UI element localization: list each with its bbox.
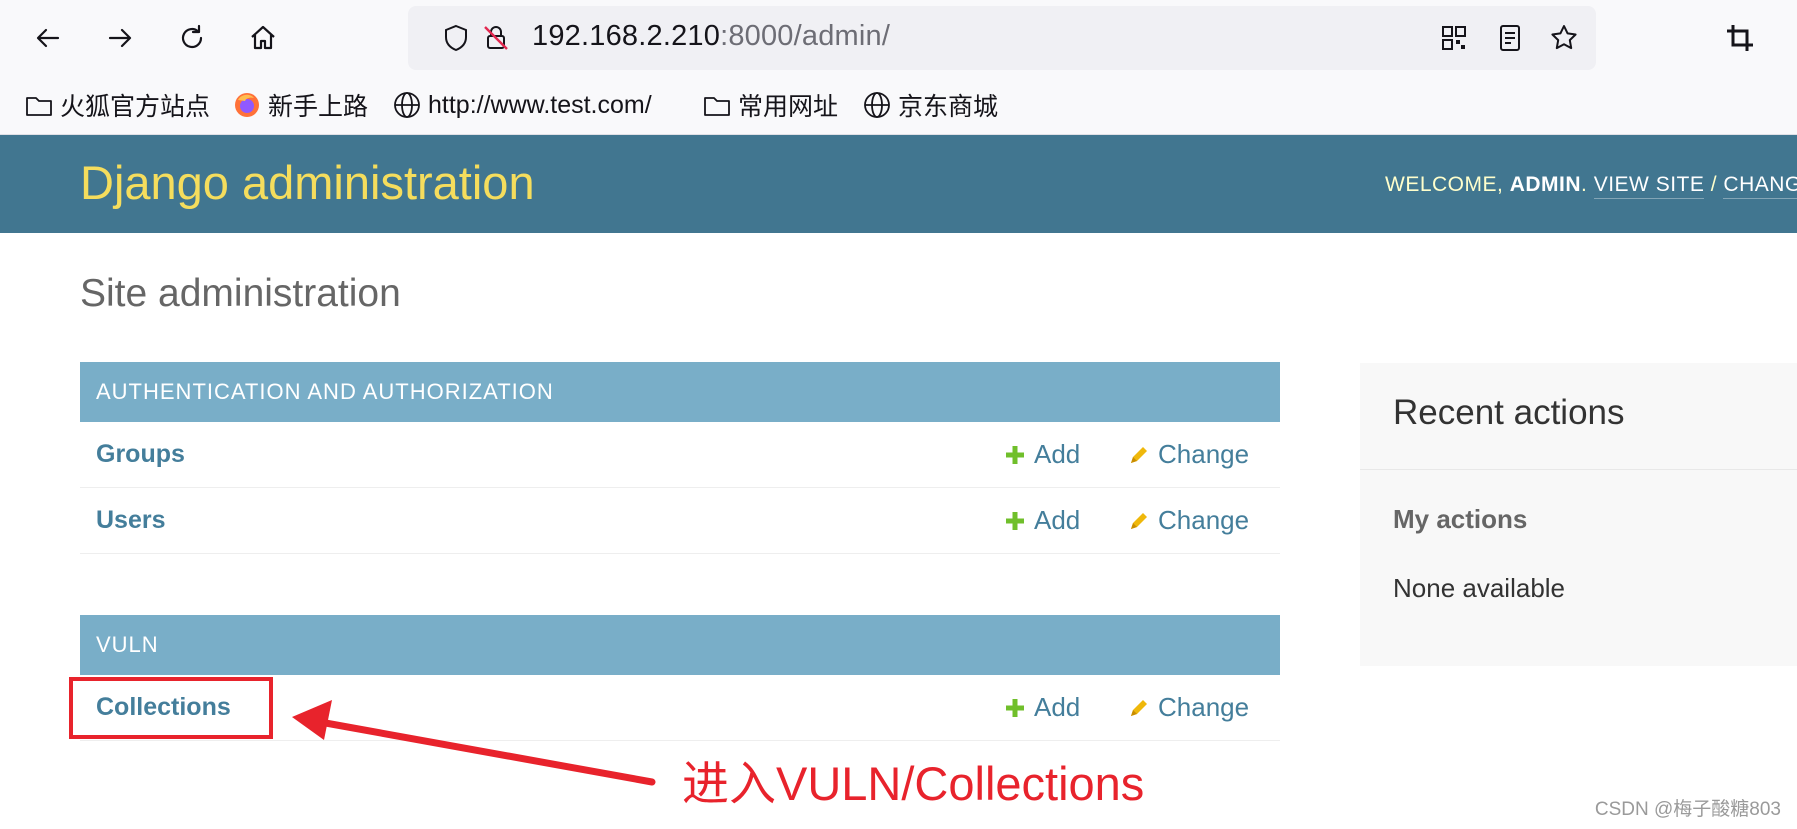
back-button[interactable] — [28, 18, 68, 58]
site-branding[interactable]: Django administration — [80, 155, 535, 210]
screenshot-button[interactable] — [1720, 18, 1760, 58]
add-groups-link[interactable]: Add — [1004, 439, 1080, 470]
home-button[interactable] — [243, 18, 283, 58]
change-collections-link[interactable]: Change — [1128, 692, 1249, 723]
crop-icon — [1727, 25, 1753, 51]
bookmark-label: 京东商城 — [898, 93, 999, 121]
bookmark-label: 常用网址 — [738, 93, 839, 121]
url-path: :8000/admin/ — [720, 20, 891, 52]
table-row: Users Add Change — [80, 488, 1280, 554]
forward-button[interactable] — [100, 18, 140, 58]
model-link-groups[interactable]: Groups — [96, 440, 185, 469]
annotation-arrow-icon — [292, 700, 656, 786]
pencil-icon — [1131, 699, 1147, 716]
my-actions-heading: My actions — [1393, 504, 1528, 534]
globe-icon — [864, 92, 890, 118]
change-label: Change — [1158, 505, 1250, 535]
back-arrow-icon — [36, 28, 60, 48]
reload-icon — [181, 24, 203, 49]
firefox-icon — [235, 93, 259, 117]
browser-toolbar: 192.168.2.210:8000/admin/ — [0, 0, 1797, 78]
insecure-lock-icon[interactable] — [480, 22, 512, 54]
folder-icon — [704, 97, 730, 116]
bookmark-star-icon[interactable] — [1548, 22, 1580, 54]
django-header: Django administration WELCOME, ADMIN. VI… — [0, 135, 1797, 233]
add-label: Add — [1034, 505, 1081, 535]
recent-actions-panel: Recent actions My actions None available — [1360, 363, 1797, 666]
add-label: Add — [1034, 439, 1081, 469]
model-link-users[interactable]: Users — [96, 506, 166, 535]
page-title: Site administration — [80, 272, 401, 315]
bookmark-item[interactable]: 新手上路 — [232, 88, 368, 122]
bookmark-item[interactable]: 京东商城 — [862, 88, 998, 122]
user-tools: WELCOME, ADMIN. VIEW SITE / CHANG — [1385, 173, 1797, 199]
add-icon — [1006, 445, 1024, 464]
bookmarks-bar: 火狐官方站点 新手上路 http://www.test.com/ 常用网址 京东… — [0, 78, 1797, 135]
separator: / — [1710, 173, 1718, 196]
folder-icon — [26, 97, 52, 116]
bookmark-item[interactable]: 常用网址 — [702, 88, 838, 122]
url-host: 192.168.2.210 — [532, 20, 721, 52]
annotation-text: 进入VULN/Collections — [682, 757, 1145, 810]
forward-arrow-icon — [108, 28, 132, 48]
bookmark-item[interactable]: http://www.test.com/ — [392, 88, 652, 122]
add-icon — [1006, 698, 1024, 717]
bookmark-label: 新手上路 — [268, 93, 369, 121]
change-password-link[interactable]: CHANG — [1723, 173, 1797, 199]
url-bar[interactable]: 192.168.2.210:8000/admin/ — [408, 6, 1596, 70]
shield-icon[interactable] — [440, 22, 472, 54]
module-auth: AUTHENTICATION AND AUTHORIZATION Groups … — [80, 362, 1280, 554]
add-label: Add — [1034, 692, 1081, 722]
view-site-link[interactable]: VIEW SITE — [1593, 173, 1705, 199]
bookmark-label: 火狐官方站点 — [60, 93, 211, 121]
recent-actions-title: Recent actions — [1393, 393, 1625, 432]
change-users-link[interactable]: Change — [1128, 505, 1249, 536]
divider — [1360, 469, 1797, 470]
module-caption[interactable]: AUTHENTICATION AND AUTHORIZATION — [80, 362, 1280, 422]
reader-view-icon[interactable] — [1494, 22, 1526, 54]
highlight-box — [69, 677, 273, 739]
pencil-icon — [1131, 446, 1147, 463]
none-available-text: None available — [1393, 573, 1566, 603]
qr-code-icon[interactable] — [1438, 22, 1470, 54]
globe-icon — [394, 92, 420, 118]
module-caption[interactable]: VULN — [80, 615, 1280, 675]
reload-button[interactable] — [172, 18, 212, 58]
username: ADMIN — [1509, 173, 1582, 196]
add-icon — [1006, 511, 1024, 530]
change-label: Change — [1158, 692, 1250, 722]
change-groups-link[interactable]: Change — [1128, 439, 1249, 470]
bookmark-label: http://www.test.com/ — [428, 90, 652, 119]
watermark: CSDN @梅子酸糖803 — [1594, 799, 1781, 820]
add-collections-link[interactable]: Add — [1004, 692, 1080, 723]
change-label: Change — [1158, 439, 1250, 469]
url-text[interactable]: 192.168.2.210:8000/admin/ — [532, 20, 890, 53]
bookmark-item[interactable]: 火狐官方站点 — [24, 88, 210, 122]
add-users-link[interactable]: Add — [1004, 505, 1080, 536]
welcome-text: WELCOME, — [1385, 173, 1504, 196]
home-icon — [251, 25, 275, 50]
pencil-icon — [1131, 512, 1147, 529]
table-row: Groups Add Change — [80, 422, 1280, 488]
